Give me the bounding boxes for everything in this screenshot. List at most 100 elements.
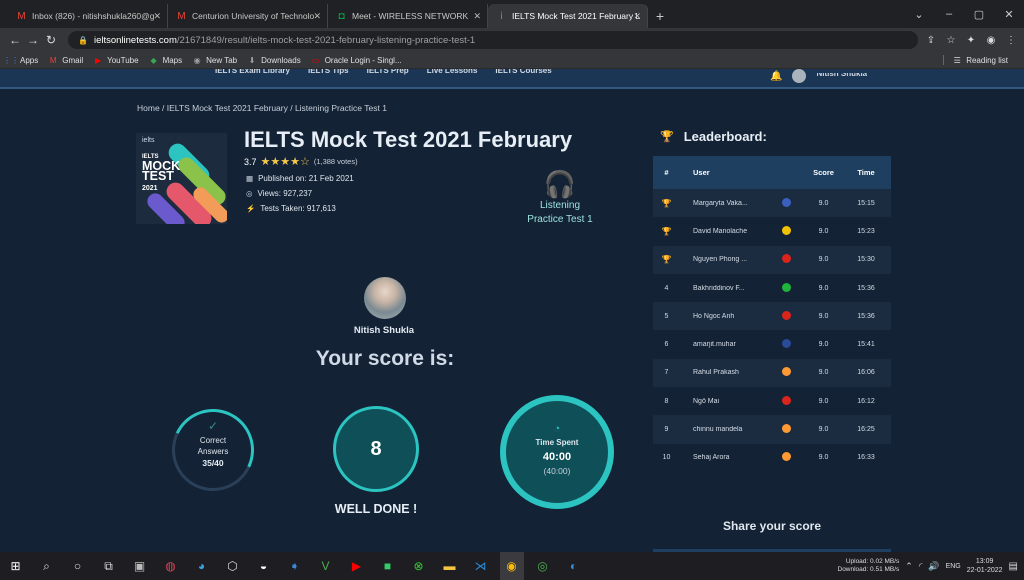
reload-icon[interactable]: ↻ [42,33,60,47]
browser-menu-icon[interactable]: ⋮ [1004,35,1018,46]
rating-stars-icon[interactable]: ★★★★☆ [261,155,310,168]
leaderboard-row: 8 Ngô Mai 9.0 16:12 [653,387,891,416]
country-flag-icon [781,395,791,405]
task-view-icon[interactable]: ⧉ [97,552,121,580]
address-bar-row: ← → ↻ 🔒 ieltsonlinetests.com/21671849/re… [0,28,1024,52]
app-icon-4[interactable]: ■ [376,552,400,580]
notifications-icon[interactable]: ▤ [1009,561,1018,572]
headphones-icon: 🎧 [543,169,577,199]
country-flag-icon [781,367,791,377]
bookmark-item[interactable]: ▶ YouTube [93,55,139,65]
url-host: ieltsonlinetests.com [93,34,177,46]
file-explorer-icon[interactable]: ▬ [438,552,462,580]
maximize-icon[interactable]: ▢ [964,8,994,21]
back-icon[interactable]: ← [6,33,24,47]
lock-icon[interactable]: 🔒 [78,36,88,45]
close-tab-icon[interactable]: ✕ [633,11,641,22]
close-tab-icon[interactable]: ✕ [473,11,481,22]
bookmark-item[interactable]: ⬇ Downloads [247,55,301,65]
url-field[interactable]: 🔒 ieltsonlinetests.com/21671849/result/i… [68,31,918,49]
leaderboard-user: Ngô Mai [693,397,720,405]
site-menu-item[interactable]: IELTS Courses [495,69,551,78]
xbox-icon[interactable]: ⊗ [407,552,431,580]
forward-icon[interactable]: → [24,33,42,47]
leaderboard-time: 16:12 [857,397,875,405]
leaderboard-score: 9.0 [818,227,829,235]
section-link[interactable]: 🎧 Listening Practice Test 1 [510,169,610,227]
github-icon[interactable]: ◒ [252,552,276,580]
vscode-icon[interactable]: ⋊ [469,552,493,580]
site-menu-item[interactable]: IELTS Prep [367,69,409,78]
browser-tab[interactable]: ⅰ IELTS Mock Test 2021 February L ✕ [488,4,648,28]
bookmark-item[interactable]: M Gmail [48,55,83,65]
gmail-icon: M [49,55,57,65]
time-limit: (40:00) [543,466,571,476]
windows-start-icon[interactable]: ⊞ [4,552,28,580]
photos-app-icon[interactable]: ▣ [128,552,152,580]
country-flag-icon [781,424,791,434]
leaderboard-row: 🏆 Nguyen Phong ... 9.0 15:30 [653,245,891,274]
bookmark-item[interactable]: ◉ New Tab [192,55,237,65]
bookmark-label: Maps [162,55,183,65]
vim-icon[interactable]: V [314,552,338,580]
site-menu-item[interactable]: IELTS Exam Library [215,69,290,78]
flag-cell [766,424,806,435]
profile-avatar-icon[interactable]: ◉ [984,35,998,46]
chevron-up-icon[interactable]: ⌃ [905,561,913,572]
correct-value: 35/40 [202,458,224,468]
share-icon[interactable]: ⇪ [924,35,938,46]
new-tab-button[interactable]: + [648,4,672,28]
leaderboard-score: 9.0 [818,312,829,320]
published-date: ▦ Published on: 21 Feb 2021 [246,174,354,183]
app-icon-2[interactable]: ⬡ [221,552,245,580]
bookmark-label: YouTube [107,55,139,65]
bookmark-star-icon[interactable]: ☆ [944,35,958,46]
user-avatar[interactable] [792,69,807,83]
windows-taskbar: ⊞ ⌕ ○ ⧉ ▣ ◍ ◕ ⬡ ◒ ➧ V ▶ ■ ⊗ ▬ ⋊ ◉ ◎ ◐ Up… [0,552,1024,580]
chrome-taskbar-icon[interactable]: ◉ [499,552,524,580]
reading-list-button[interactable]: ☰ Reading list [943,55,1008,65]
bookmark-item[interactable]: ⋮⋮ Apps [3,55,38,65]
clock[interactable]: 13:09 22-01-2022 [967,557,1003,575]
volume-icon[interactable]: 🔊 [928,561,939,572]
country-flag-icon [781,254,791,264]
app-icon-5[interactable]: ◎ [531,552,555,580]
minimize-icon[interactable]: – [934,8,964,20]
tab-search-icon[interactable]: ⌄ [904,8,934,21]
check-circle-icon: ✓ [207,419,219,433]
app-icon-6[interactable]: ◐ [562,552,586,580]
cortana-icon[interactable]: ○ [66,552,90,580]
nav-user-name[interactable]: Nitish Shukla [816,73,867,79]
app-icon-3[interactable]: ➧ [283,552,307,580]
site-nav: IELTS Exam Library IELTS Tips IELTS Prep Li… [0,69,1024,89]
breadcrumb[interactable]: Home / IELTS Mock Test 2021 February / L… [137,103,387,113]
leaderboard-row: 9 chinnu mandela 9.0 16:25 [653,415,891,444]
extensions-icon[interactable]: ✦ [964,35,978,46]
leaderboard-time: 16:06 [857,369,875,377]
close-tab-icon[interactable]: ✕ [313,11,321,22]
leaderboard-time: 15:36 [857,312,875,320]
col-time: Time [857,168,875,177]
views-count: ◎ Views: 927,237 [246,189,312,198]
notification-bell-icon[interactable]: 🔔 [770,71,782,82]
close-window-icon[interactable]: ✕ [994,8,1024,21]
edge-icon[interactable]: ◕ [190,552,214,580]
search-icon[interactable]: ⌕ [35,552,59,580]
bookmark-item[interactable]: ▭ Oracle Login - Singl... [311,55,402,65]
bookmark-item[interactable]: ◆ Maps [149,55,183,65]
app-icon-1[interactable]: ◍ [159,552,183,580]
browser-tab[interactable]: M Inbox (826) - nitishshukla260@g ✕ [8,4,168,28]
site-menu-item[interactable]: IELTS Tips [308,69,349,78]
browser-tab[interactable]: ◘ Meet - WIRELESS NETWORK ✕ [328,4,488,28]
lang-indicator[interactable]: ENG [946,563,961,570]
wifi-icon[interactable]: ◜ [919,561,923,572]
browser-tab[interactable]: M Centurion University of Technolo ✕ [168,4,328,28]
close-tab-icon[interactable]: ✕ [153,11,161,22]
teal-trophy-icon: 🏆 [661,255,672,265]
window-controls: ⌄ – ▢ ✕ [904,0,1024,28]
test-cover-image: ielts IELTS MOCK TEST 2021 [136,133,227,224]
site-menu-item[interactable]: Live Lessons [427,69,478,78]
upload-label: Upload: [845,558,869,565]
leaderboard-time: 15:30 [857,256,875,264]
youtube-app-icon[interactable]: ▶ [345,552,369,580]
